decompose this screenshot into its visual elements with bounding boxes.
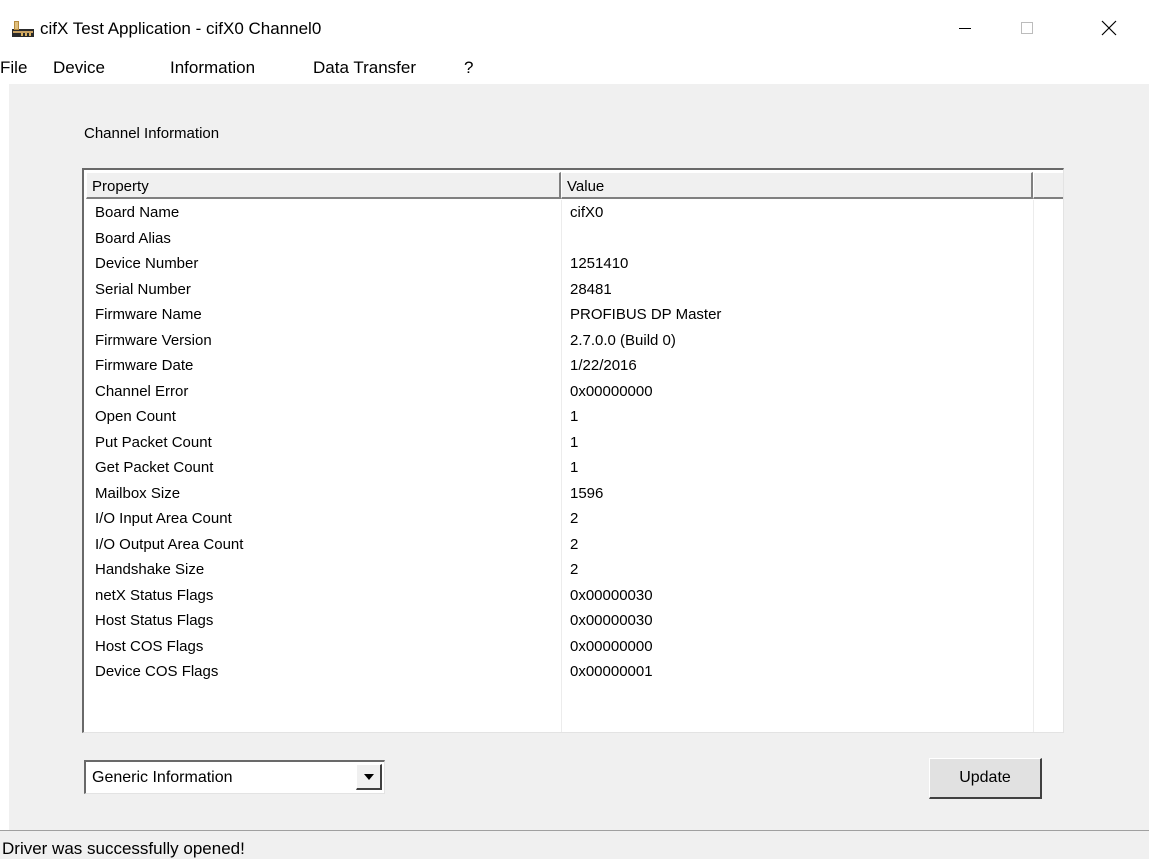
property-cell: Get Packet Count (95, 459, 214, 476)
table-row[interactable]: Device Number 1251410 (86, 251, 1062, 277)
window-title: cifX Test Application - cifX0 Channel0 (40, 19, 322, 38)
value-cell: 2 (570, 535, 579, 553)
status-text: Driver was successfully opened! (2, 839, 245, 858)
property-cell: Board Name (95, 204, 180, 221)
property-cell: Device Number (95, 255, 199, 272)
menu-device[interactable]: Device (53, 58, 105, 78)
channel-information-label: Channel Information (84, 125, 220, 142)
table-row[interactable]: Serial Number 28481 (86, 277, 1062, 303)
column-header-extra[interactable] (1033, 172, 1063, 199)
dropdown-selected-value: Generic Information (92, 769, 233, 786)
table-row[interactable]: I/O Input Area Count 2 (86, 506, 1062, 532)
app-icon (12, 21, 34, 37)
update-button[interactable]: Update (929, 758, 1042, 799)
table-row[interactable]: Firmware Name PROFIBUS DP Master (86, 302, 1062, 328)
close-icon (1101, 20, 1117, 36)
list-rows: Board Name cifX0 Board Alias Device Number 1… (86, 200, 1062, 710)
property-cell: Board Alias (95, 229, 171, 247)
minimize-button[interactable] (942, 8, 988, 48)
property-cell: Handshake Size (95, 561, 205, 578)
menu-bar: File Device Information Data Transfer ? (0, 56, 1149, 84)
table-row[interactable]: Host Status Flags 0x00000030 (86, 608, 1062, 634)
property-cell: I/O Output Area Count (95, 535, 244, 553)
value-cell: 0x00000000 (570, 637, 653, 655)
property-cell: Put Packet Count (95, 433, 212, 451)
dropdown-button[interactable] (356, 764, 382, 790)
table-row[interactable]: Host COS Flags 0x00000000 (86, 634, 1062, 660)
value-cell: 1 (570, 459, 579, 476)
property-cell: Device COS Flags (95, 663, 219, 680)
value-cell: 2 (570, 510, 579, 527)
value-cell: cifX0 (570, 204, 604, 221)
value-cell: 0x00000030 (570, 586, 653, 604)
column-header-property[interactable]: Property (86, 172, 561, 199)
minimize-icon (959, 28, 971, 29)
property-cell: Host Status Flags (95, 612, 214, 629)
table-row[interactable]: Board Alias (86, 226, 1062, 252)
property-cell: Firmware Name (95, 306, 202, 323)
menu-information[interactable]: Information (170, 58, 255, 78)
table-row[interactable]: netX Status Flags 0x00000030 (86, 583, 1062, 609)
table-row[interactable]: I/O Output Area Count 2 (86, 532, 1062, 558)
list-header: Property Value (86, 172, 1063, 199)
property-cell: Mailbox Size (95, 484, 181, 502)
value-cell: 0x00000030 (570, 612, 653, 629)
table-row[interactable]: Open Count 1 (86, 404, 1062, 430)
value-cell: 0x00000000 (570, 382, 653, 400)
property-cell: I/O Input Area Count (95, 510, 232, 527)
column-header-value[interactable]: Value (561, 172, 1033, 199)
property-cell: Open Count (95, 408, 176, 425)
channel-info-list[interactable]: Property Value Board Name cifX0 Board Alia… (82, 168, 1064, 733)
table-row[interactable] (86, 685, 1062, 711)
property-cell: Host COS Flags (95, 637, 204, 655)
close-button[interactable] (1086, 8, 1132, 48)
value-cell: 1251410 (570, 255, 629, 272)
value-cell: 2.7.0.0 (Build 0) (570, 331, 676, 349)
menu-data-transfer[interactable]: Data Transfer (313, 58, 416, 78)
value-cell: PROFIBUS DP Master (570, 306, 722, 323)
dropdown-arrow-icon (363, 773, 374, 780)
title-bar[interactable]: cifX Test Application - cifX0 Channel0 (0, 0, 1149, 56)
menu-file[interactable]: File (0, 58, 27, 78)
property-cell: netX Status Flags (95, 586, 214, 604)
table-row[interactable]: Handshake Size 2 (86, 557, 1062, 583)
value-cell: 1/22/2016 (570, 357, 637, 374)
value-cell: 1 (570, 433, 579, 451)
property-cell: Serial Number (95, 280, 191, 298)
table-row[interactable]: Device COS Flags 0x00000001 (86, 659, 1062, 685)
property-cell: Channel Error (95, 382, 189, 400)
value-cell: 28481 (570, 280, 612, 298)
value-cell: 2 (570, 561, 579, 578)
status-bar: Driver was successfully opened! (0, 830, 1149, 859)
property-cell: Firmware Date (95, 357, 194, 374)
table-row[interactable]: Firmware Version 2.7.0.0 (Build 0) (86, 328, 1062, 354)
maximize-button[interactable] (1004, 8, 1050, 48)
table-row[interactable]: Channel Error 0x00000000 (86, 379, 1062, 405)
maximize-icon (1021, 22, 1033, 34)
info-type-dropdown[interactable]: Generic Information (84, 760, 385, 794)
menu-help[interactable]: ? (464, 58, 473, 78)
value-cell: 1596 (570, 484, 604, 502)
value-cell: 1 (570, 408, 579, 425)
property-cell: Firmware Version (95, 331, 212, 349)
table-row[interactable]: Get Packet Count 1 (86, 455, 1062, 481)
table-row[interactable]: Mailbox Size 1596 (86, 481, 1062, 507)
table-row[interactable]: Put Packet Count 1 (86, 430, 1062, 456)
value-cell: 0x00000001 (570, 663, 653, 680)
table-row[interactable]: Board Name cifX0 (86, 200, 1062, 226)
table-row[interactable]: Firmware Date 1/22/2016 (86, 353, 1062, 379)
